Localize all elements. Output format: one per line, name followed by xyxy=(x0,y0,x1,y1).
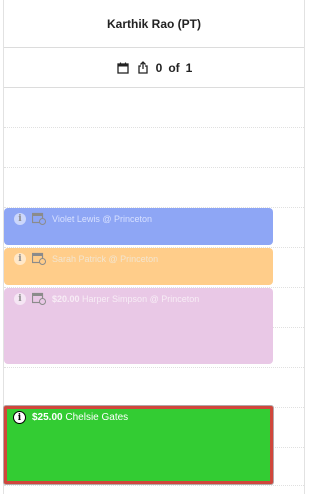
time-slot[interactable] xyxy=(4,88,304,128)
time-slot[interactable] xyxy=(4,128,304,168)
info-icon[interactable]: i xyxy=(14,212,26,225)
page-of-label: of xyxy=(168,60,180,75)
calendar-clock-icon xyxy=(31,212,46,225)
appointment-title: Violet Lewis @ Princeton xyxy=(52,213,153,224)
appointment-card[interactable]: i Sarah Patrick @ Princeton xyxy=(4,248,273,285)
appointment-price: $25.00 xyxy=(32,412,63,423)
column-header: Karthik Rao (PT) xyxy=(4,0,304,48)
appointment-title: $25.00 Chelsie Gates xyxy=(32,412,129,423)
column-divider-right xyxy=(304,0,305,494)
appointment-card[interactable]: i Violet Lewis @ Princeton xyxy=(4,208,273,245)
calendar-clock-icon xyxy=(31,252,46,265)
time-slot[interactable] xyxy=(4,168,304,208)
appointment-header: i $20.00 Harper Simpson @ Princeton xyxy=(14,292,199,305)
info-icon[interactable]: i xyxy=(14,252,26,265)
page-total: 1 xyxy=(185,60,193,75)
share-icon[interactable] xyxy=(136,61,150,75)
appointment-price: $20.00 xyxy=(52,293,80,304)
column-toolbar: 0 of 1 xyxy=(4,48,304,88)
appointment-header: i Violet Lewis @ Princeton xyxy=(14,212,152,225)
appointment-header: i Sarah Patrick @ Princeton xyxy=(14,252,158,265)
appointment-header: i $25.00 Chelsie Gates xyxy=(13,411,128,424)
appointment-card-selected[interactable]: i $25.00 Chelsie Gates xyxy=(4,406,273,484)
page-current: 0 xyxy=(155,60,163,75)
staff-column: Karthik Rao (PT) 0 of 1 i Violet Lewis @… xyxy=(0,0,306,494)
calendar-clock-icon xyxy=(31,292,46,305)
time-slot[interactable] xyxy=(4,368,304,408)
appointment-card[interactable]: i $20.00 Harper Simpson @ Princeton xyxy=(4,288,273,364)
calendar-icon[interactable] xyxy=(116,61,130,75)
staff-name: Karthik Rao (PT) xyxy=(106,16,201,31)
appointment-title: $20.00 Harper Simpson @ Princeton xyxy=(52,293,200,304)
info-icon[interactable]: i xyxy=(13,411,26,424)
appointment-title: Sarah Patrick @ Princeton xyxy=(52,253,159,264)
info-icon[interactable]: i xyxy=(14,292,26,305)
